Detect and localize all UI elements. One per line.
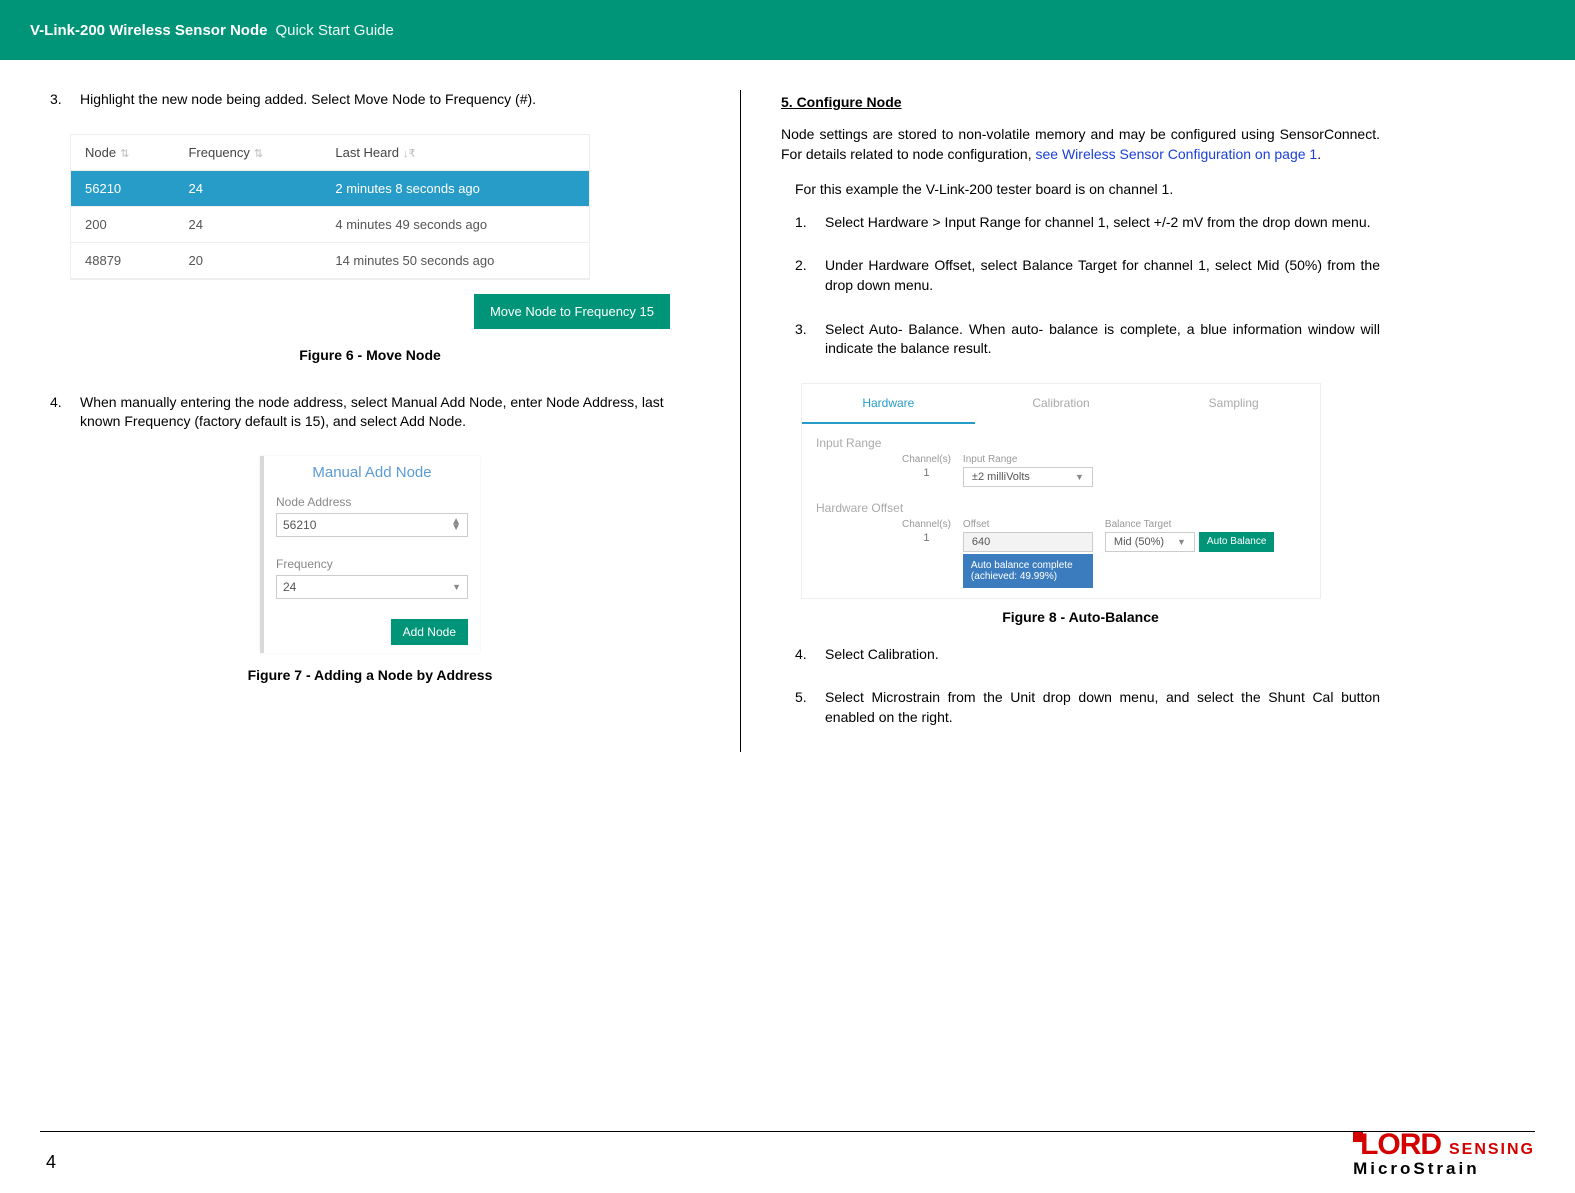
move-node-button[interactable]: Move Node to Frequency 15	[474, 294, 670, 329]
add-node-button[interactable]: Add Node	[391, 619, 468, 645]
frequency-select[interactable]: 24 ▼	[276, 575, 468, 599]
header-title: V-Link-200 Wireless Sensor Node	[30, 22, 267, 39]
right-column: 5. Configure Node Node settings are stor…	[740, 90, 1380, 752]
step-text: When manually entering the node address,…	[80, 394, 664, 430]
chevron-down-icon: ▼	[1075, 472, 1084, 482]
auto-balance-button[interactable]: Auto Balance	[1199, 532, 1275, 552]
right-step-1: 1. Select Hardware > Input Range for cha…	[795, 213, 1380, 233]
channel-value: 1	[902, 532, 951, 544]
tab-calibration[interactable]: Calibration	[975, 384, 1148, 424]
right-step-5: 5. Select Microstrain from the Unit drop…	[795, 688, 1380, 727]
chevron-down-icon: ▼	[1177, 537, 1186, 547]
channel-value: 1	[902, 467, 951, 479]
table-row[interactable]: 48879 20 14 minutes 50 seconds ago	[71, 242, 589, 278]
figure-6-caption: Figure 6 - Move Node	[50, 347, 690, 363]
page-number: 4	[46, 1152, 1535, 1173]
step-3: 3. Highlight the new node being added. S…	[50, 90, 690, 110]
left-column: 3. Highlight the new node being added. S…	[50, 90, 740, 752]
panel-title: Manual Add Node	[276, 464, 468, 481]
right-step-2: 2. Under Hardware Offset, select Balance…	[795, 256, 1380, 295]
step-number: 4.	[50, 393, 62, 413]
balance-target-select[interactable]: Mid (50%)▼	[1105, 532, 1195, 552]
header-subtitle: Quick Start Guide	[275, 22, 393, 39]
page-header: V-Link-200 Wireless Sensor Node Quick St…	[0, 0, 1575, 60]
col-frequency[interactable]: Frequency⇅	[174, 135, 321, 171]
chevron-down-icon: ▼	[452, 582, 461, 592]
step-number: 3.	[50, 90, 62, 110]
col-node[interactable]: Node⇅	[71, 135, 174, 171]
config-link[interactable]: see Wireless Sensor Configuration on pag…	[1036, 146, 1318, 162]
input-range-heading: Input Range	[816, 436, 1300, 450]
table-row[interactable]: 200 24 4 minutes 49 seconds ago	[71, 206, 589, 242]
stepper-icon[interactable]: ▲▼	[451, 519, 461, 531]
col-last-heard[interactable]: Last Heard↓₹	[321, 135, 589, 171]
auto-balance-toast: Auto balance complete (achieved: 49.99%)	[963, 554, 1093, 588]
node-address-label: Node Address	[276, 495, 468, 509]
step-4: 4. When manually entering the node addre…	[50, 393, 690, 432]
node-address-input[interactable]: 56210 ▲▼	[276, 513, 468, 537]
step-text: Highlight the new node being added. Sele…	[80, 91, 536, 107]
figure-8-caption: Figure 8 - Auto-Balance	[781, 609, 1380, 625]
input-range-select[interactable]: ±2 milliVolts▼	[963, 467, 1093, 487]
intro-paragraph: Node settings are stored to non-volatile…	[781, 124, 1380, 165]
sort-icon: ⇅	[120, 148, 129, 160]
example-line: For this example the V-Link-200 tester b…	[795, 179, 1380, 199]
right-step-3: 3. Select Auto- Balance. When auto- bala…	[795, 320, 1380, 359]
figure-6-table: Node⇅ Frequency⇅ Last Heard↓₹ 56210 24 2…	[70, 134, 590, 280]
page-footer: 4	[40, 1131, 1535, 1173]
figure-8-panel: Hardware Calibration Sampling Input Rang…	[801, 383, 1321, 599]
right-step-4: 4. Select Calibration.	[795, 645, 1380, 665]
frequency-label: Frequency	[276, 557, 468, 571]
section-5-title: 5. Configure Node	[781, 94, 1380, 110]
figure-7-caption: Figure 7 - Adding a Node by Address	[50, 667, 690, 683]
lord-sensing-logo: LORD SENSING MicroStrain	[1353, 1130, 1535, 1177]
sort-icon: ⇅	[254, 148, 263, 160]
hardware-offset-heading: Hardware Offset	[816, 501, 1300, 515]
figure-7-panel: Manual Add Node Node Address 56210 ▲▼ Fr…	[260, 456, 480, 653]
tab-hardware[interactable]: Hardware	[802, 384, 975, 424]
table-row[interactable]: 56210 24 2 minutes 8 seconds ago	[71, 170, 589, 206]
offset-input[interactable]: 640	[963, 532, 1093, 552]
sort-desc-icon: ↓₹	[403, 148, 416, 160]
tab-sampling[interactable]: Sampling	[1147, 384, 1320, 424]
